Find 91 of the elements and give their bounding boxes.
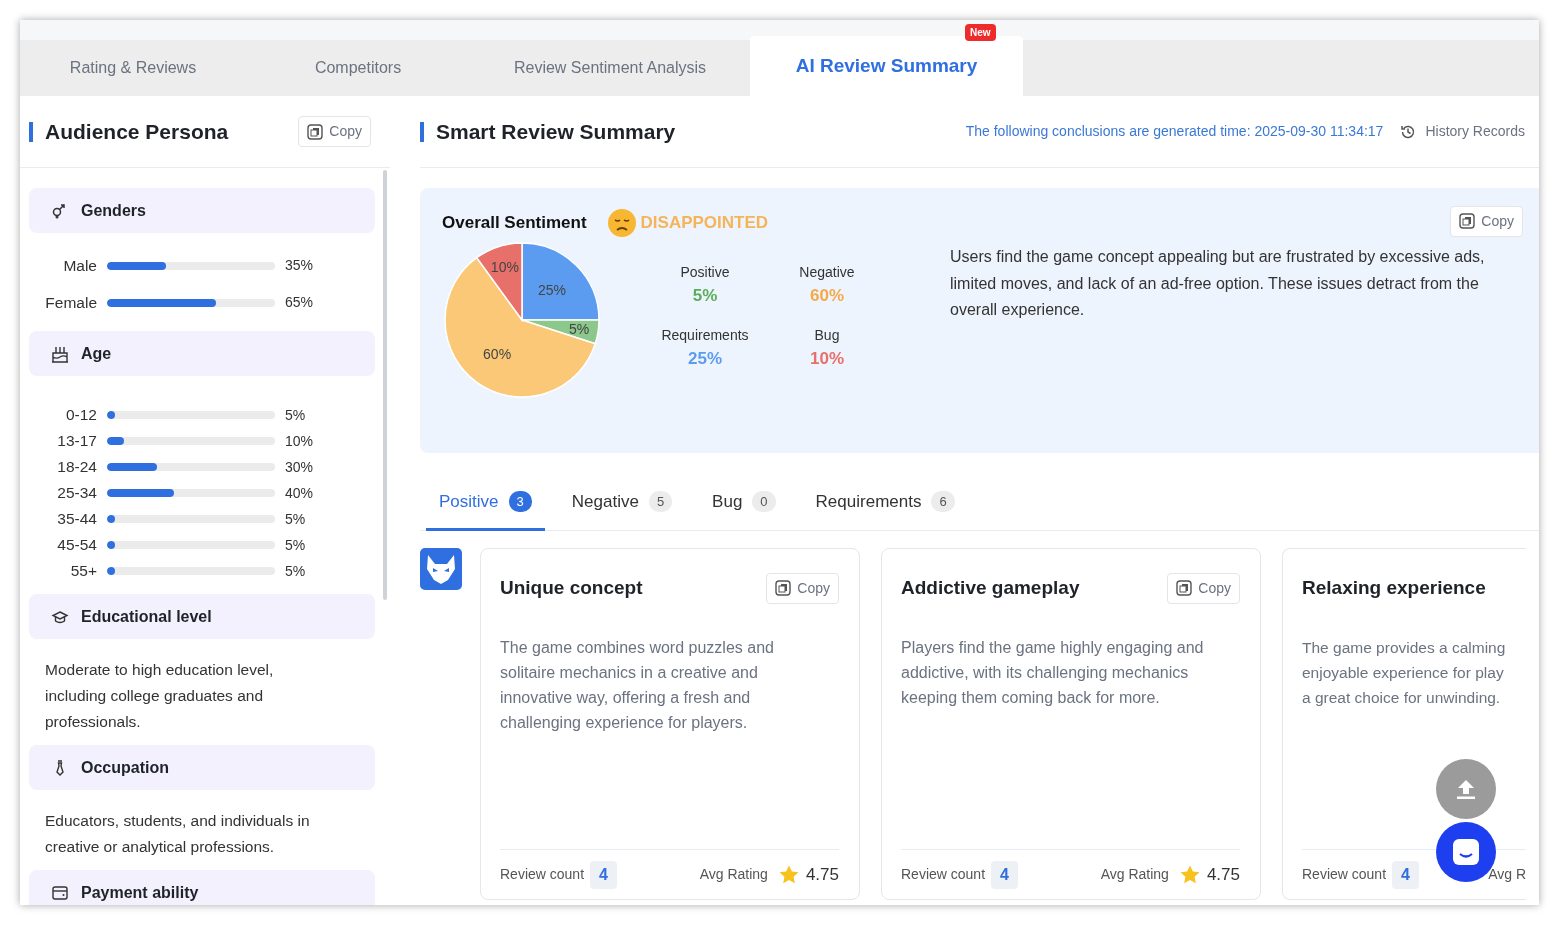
bar-value: 10% — [284, 431, 314, 451]
bar-label: 55+ — [69, 561, 98, 582]
bar-label: 45-54 — [56, 535, 98, 556]
bar-value: 5% — [284, 405, 306, 425]
sentiment-title: Overall Sentiment — [442, 212, 587, 235]
section-title: Payment ability — [81, 882, 199, 903]
section-text: Educators, students, and individuals in creative or analytical professions. — [44, 811, 311, 857]
avg-rating: 4.75 — [1206, 863, 1240, 886]
card-text-line: enjoyable experience for play — [1302, 663, 1505, 683]
tab[interactable]: AI Review Summary — [750, 36, 1023, 96]
bar-value: 5% — [284, 561, 306, 581]
avg-rating-label: Avg Rating — [1100, 865, 1169, 884]
count-badge: 0 — [752, 490, 776, 513]
stat-value: 25% — [687, 347, 723, 370]
chat-icon — [1451, 837, 1481, 867]
section-title: Age — [81, 343, 112, 364]
panel-title: Audience Persona — [29, 121, 229, 142]
history-button[interactable]: History Records — [1399, 121, 1525, 142]
copy-button[interactable]: Copy — [1450, 205, 1523, 237]
avg-rating: 4.75 — [805, 863, 839, 886]
copy-icon — [1176, 580, 1193, 596]
card-text: Players find the game highly engaging and addictive, with its challenging mechanics keeping them coming back for more. — [901, 638, 1205, 708]
section-text: Moderate to high education level, including college graduates and professionals. — [44, 660, 275, 732]
bar-value: 35% — [284, 256, 314, 275]
count-badge: 6 — [931, 490, 955, 513]
copy-icon — [775, 580, 792, 596]
bar-label: 25-34 — [56, 483, 98, 504]
review-count-label: Review count — [500, 865, 585, 884]
sad-face-icon — [606, 208, 637, 238]
copy-button[interactable]: Copy — [1167, 572, 1240, 604]
card-text-line: The game provides a calming — [1302, 638, 1507, 658]
card-title: Addictive gameplay — [901, 575, 1080, 600]
wallet-icon — [51, 883, 69, 902]
slice-label: 25% — [537, 282, 566, 299]
filter-tab[interactable]: Positive 3 — [426, 475, 545, 531]
card-text-line: a great choice for unwinding. — [1302, 688, 1502, 708]
generated-time: The following conclusions are generated time: 2025-09-30 11:34:17 — [965, 122, 1384, 141]
section-title: Genders — [81, 200, 146, 221]
review-count: 4 — [590, 860, 617, 889]
bar-label: Female — [44, 292, 98, 313]
cake-icon — [51, 344, 69, 363]
bar-label: Male — [62, 255, 98, 276]
card-title: Unique concept — [500, 575, 643, 600]
filter-tab[interactable]: Negative 5 — [558, 475, 686, 531]
card-title: Relaxing experience — [1302, 575, 1486, 600]
stat-label: Positive — [679, 263, 731, 282]
stat-value: 60% — [809, 285, 845, 307]
panel-title: Smart Review Summary — [420, 121, 676, 142]
section-title: Educational level — [81, 606, 212, 627]
bar-label: 18-24 — [56, 457, 98, 478]
card-text: The game combines word puzzles and solitaire mechanics in a creative and innovative way, offering a fresh and challenging experience for players. — [500, 638, 775, 733]
bar-value: 40% — [284, 483, 314, 503]
review-count-label: Review count — [901, 865, 986, 884]
tab[interactable]: Competitors — [246, 40, 470, 96]
bar-value: 5% — [284, 509, 306, 529]
count-badge: 3 — [508, 490, 532, 513]
review-count-label: Review count — [1302, 865, 1387, 884]
stat-value: 10% — [809, 347, 845, 370]
bar-value: 5% — [284, 535, 306, 555]
tab[interactable]: Review Sentiment Analysis — [470, 40, 750, 96]
bar-label: 35-44 — [56, 509, 98, 530]
slice-label: 5% — [568, 321, 590, 338]
slice-label: 10% — [490, 259, 519, 276]
stat-label: Requirements — [660, 325, 750, 345]
bar-label: 13-17 — [56, 431, 98, 452]
filter-tab[interactable]: Bug 0 — [699, 475, 789, 531]
bar-value: 30% — [284, 457, 314, 477]
stat-label: Negative — [798, 263, 856, 282]
slice-label: 60% — [483, 346, 512, 363]
count-badge: 5 — [648, 490, 673, 513]
stat-value: 5% — [691, 285, 719, 307]
section-title: Occupation — [81, 757, 169, 778]
review-count: 4 — [991, 860, 1018, 889]
scrollbar[interactable] — [383, 170, 387, 600]
tab[interactable]: Rating & Reviews — [20, 40, 246, 96]
copy-button[interactable]: Copy — [298, 116, 371, 147]
upload-icon — [1454, 777, 1478, 801]
new-badge: New — [965, 24, 996, 41]
bar-value: 65% — [284, 293, 314, 312]
bar-label: 0-12 — [64, 405, 98, 426]
avg-rating-label: Avg Rating — [699, 865, 768, 884]
copy-icon — [307, 123, 324, 140]
stat-label: Bug — [813, 325, 841, 345]
copy-button[interactable]: Copy — [766, 572, 839, 604]
review-count: 4 — [1392, 860, 1419, 889]
sentiment-mood: DISAPPOINTED — [640, 212, 769, 235]
filter-tab[interactable]: Requirements 6 — [802, 475, 968, 531]
fox-logo-icon — [420, 548, 462, 590]
copy-icon — [1459, 213, 1476, 229]
avg-rating-label: Avg R — [1488, 865, 1526, 884]
sentiment-text: Users find the game concept appealing but are frustrated by excessive ads, limited moves, and lack of an ad-free option. These issues detract from the overall experience. — [950, 247, 1486, 320]
